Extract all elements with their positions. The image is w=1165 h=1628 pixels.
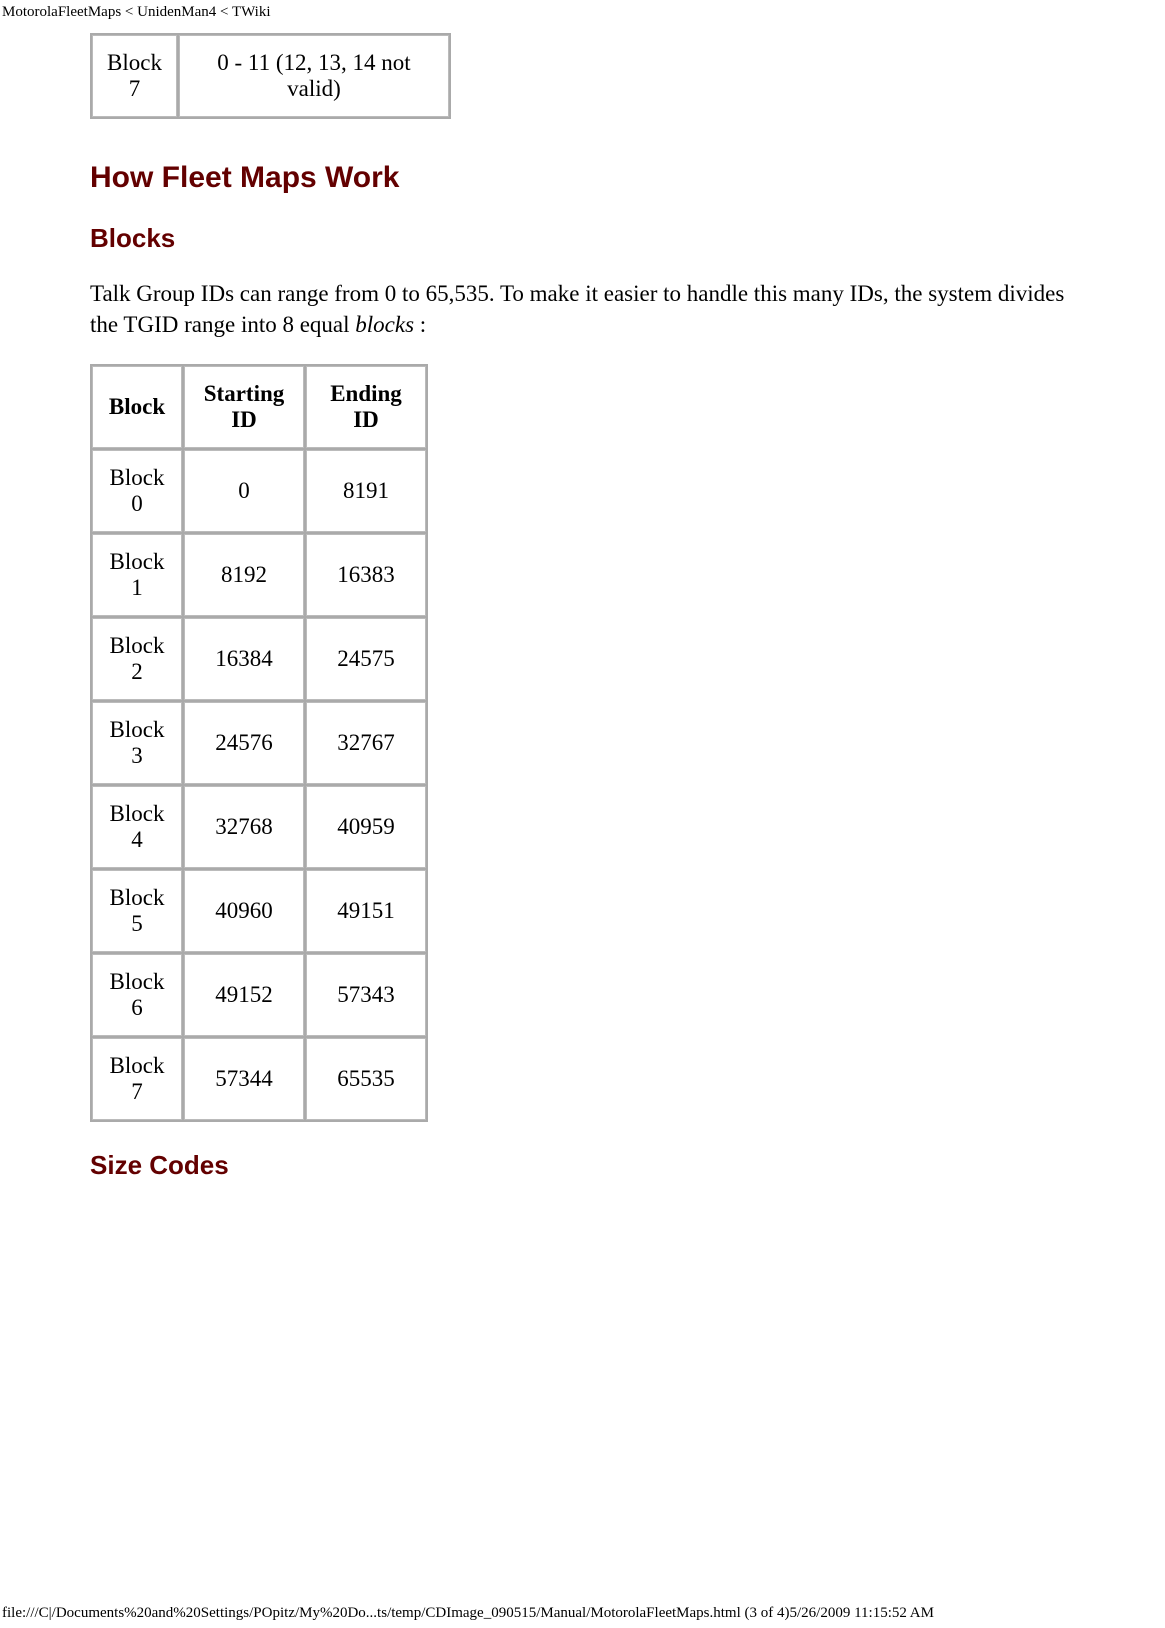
cell-end: 49151 [306,870,426,952]
cell-block: Block 1 [92,534,182,616]
top-fragment-table: Block 7 0 - 11 (12, 13, 14 not valid) [90,33,451,119]
cell-block: Block 3 [92,702,182,784]
cell-end: 40959 [306,786,426,868]
table-row: Block 5 40960 49151 [92,870,426,952]
heading-blocks: Blocks [90,223,1075,254]
cell-start: 49152 [184,954,304,1036]
paragraph-text-post: : [414,312,426,337]
table-row: Block 7 57344 65535 [92,1038,426,1120]
paragraph-blocks: Talk Group IDs can range from 0 to 65,53… [90,278,1075,340]
table-row: Block 3 24576 32767 [92,702,426,784]
page-container: MotorolaFleetMaps < UnidenMan4 < TWiki B… [0,0,1165,1628]
blocks-table: Block Starting ID Ending ID Block 0 0 81… [90,364,428,1122]
cell-block: Block 5 [92,870,182,952]
cell-start: 40960 [184,870,304,952]
cell-block: Block 4 [92,786,182,868]
table-row: Block 1 8192 16383 [92,534,426,616]
block-value-cell: 0 - 11 (12, 13, 14 not valid) [179,35,449,117]
header-starting-id: Starting ID [184,366,304,448]
table-row: Block 4 32768 40959 [92,786,426,868]
table-row: Block 7 0 - 11 (12, 13, 14 not valid) [92,35,449,117]
table-row: Block 6 49152 57343 [92,954,426,1036]
cell-end: 65535 [306,1038,426,1120]
paragraph-text-pre: Talk Group IDs can range from 0 to 65,53… [90,281,1064,337]
heading-size-codes: Size Codes [90,1150,1075,1181]
heading-how-fleet-maps-work: How Fleet Maps Work [90,161,1075,195]
cell-start: 32768 [184,786,304,868]
table-header-row: Block Starting ID Ending ID [92,366,426,448]
cell-block: Block 2 [92,618,182,700]
cell-end: 16383 [306,534,426,616]
footer-path: file:///C|/Documents%20and%20Settings/PO… [2,1605,934,1622]
cell-end: 32767 [306,702,426,784]
paragraph-text-em: blocks [355,312,414,337]
header-path: MotorolaFleetMaps < UnidenMan4 < TWiki [0,0,1165,21]
cell-start: 57344 [184,1038,304,1120]
cell-block: Block 6 [92,954,182,1036]
content-area: Block 7 0 - 11 (12, 13, 14 not valid) Ho… [0,33,1165,1181]
cell-start: 24576 [184,702,304,784]
cell-end: 24575 [306,618,426,700]
cell-end: 8191 [306,450,426,532]
cell-start: 8192 [184,534,304,616]
table-row: Block 0 0 8191 [92,450,426,532]
block-label-cell: Block 7 [92,35,177,117]
cell-block: Block 0 [92,450,182,532]
cell-start: 0 [184,450,304,532]
header-ending-id: Ending ID [306,366,426,448]
table-row: Block 2 16384 24575 [92,618,426,700]
cell-end: 57343 [306,954,426,1036]
cell-start: 16384 [184,618,304,700]
cell-block: Block 7 [92,1038,182,1120]
header-block: Block [92,366,182,448]
